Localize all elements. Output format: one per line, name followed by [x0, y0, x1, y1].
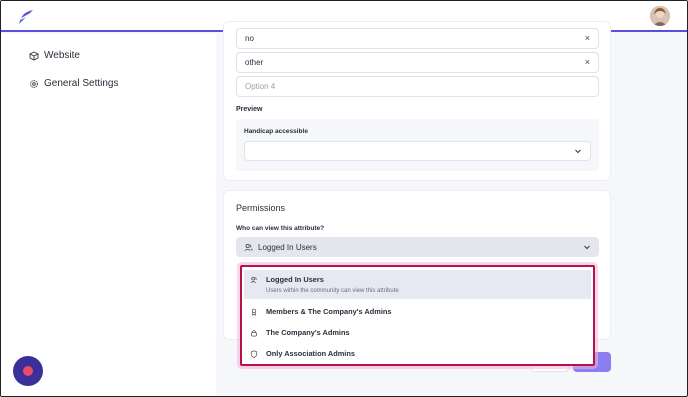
notification-dot [23, 366, 33, 376]
menu-option-label: Logged In Users [266, 275, 324, 284]
visibility-menu: Logged In Users Users within the communi… [240, 265, 595, 366]
option-value: other [245, 58, 264, 67]
new-option-input[interactable]: Option 4 [236, 76, 599, 97]
cube-icon [29, 50, 39, 61]
preview-heading: Preview [236, 106, 263, 113]
chat-launcher-button[interactable] [13, 356, 43, 386]
menu-option-logged-in-users[interactable]: Logged In Users Users within the communi… [244, 270, 591, 299]
remove-option-icon[interactable]: × [585, 57, 590, 67]
menu-option-company-admins[interactable]: The Company's Admins [244, 328, 591, 337]
option-value: no [245, 34, 254, 43]
badge-icon [251, 308, 257, 316]
chevron-down-icon [575, 149, 581, 154]
remove-option-icon[interactable]: × [585, 33, 590, 43]
sidebar-item-website[interactable]: Website [29, 50, 80, 61]
menu-option-members-admins[interactable]: Members & The Company's Admins [244, 307, 591, 316]
shield-icon [250, 350, 258, 358]
sidebar-item-label: Website [44, 50, 80, 61]
app-window: Website General Settings no × other × Op… [0, 0, 688, 397]
chevron-down-icon [584, 245, 590, 250]
permissions-question: Who can view this attribute? [236, 225, 325, 232]
permissions-heading: Permissions [236, 203, 286, 213]
users-icon [250, 276, 257, 284]
menu-option-label: The Company's Admins [266, 328, 350, 337]
new-option-placeholder: Option 4 [245, 82, 276, 91]
dropdown-selected-value: Logged In Users [258, 242, 317, 252]
gear-icon [30, 79, 38, 88]
option-field[interactable]: no × [236, 28, 599, 49]
menu-option-association-admins[interactable]: Only Association Admins [244, 349, 591, 358]
menu-option-label: Members & The Company's Admins [266, 307, 392, 316]
menu-option-label: Only Association Admins [266, 349, 355, 358]
sidebar-item-label: General Settings [44, 78, 119, 89]
sidebar: Website General Settings [1, 34, 216, 396]
option-field[interactable]: other × [236, 52, 599, 73]
users-icon [244, 243, 253, 251]
visibility-dropdown[interactable]: Logged In Users [236, 237, 599, 257]
lock-icon [251, 330, 257, 337]
avatar[interactable] [650, 6, 670, 26]
preview-field-label: Handicap accessible [244, 128, 308, 135]
preview-select[interactable] [244, 141, 591, 161]
menu-option-description: Users within the community can view this… [266, 288, 399, 294]
app-logo-icon[interactable] [16, 7, 36, 27]
sidebar-item-general-settings[interactable]: General Settings [29, 78, 119, 89]
